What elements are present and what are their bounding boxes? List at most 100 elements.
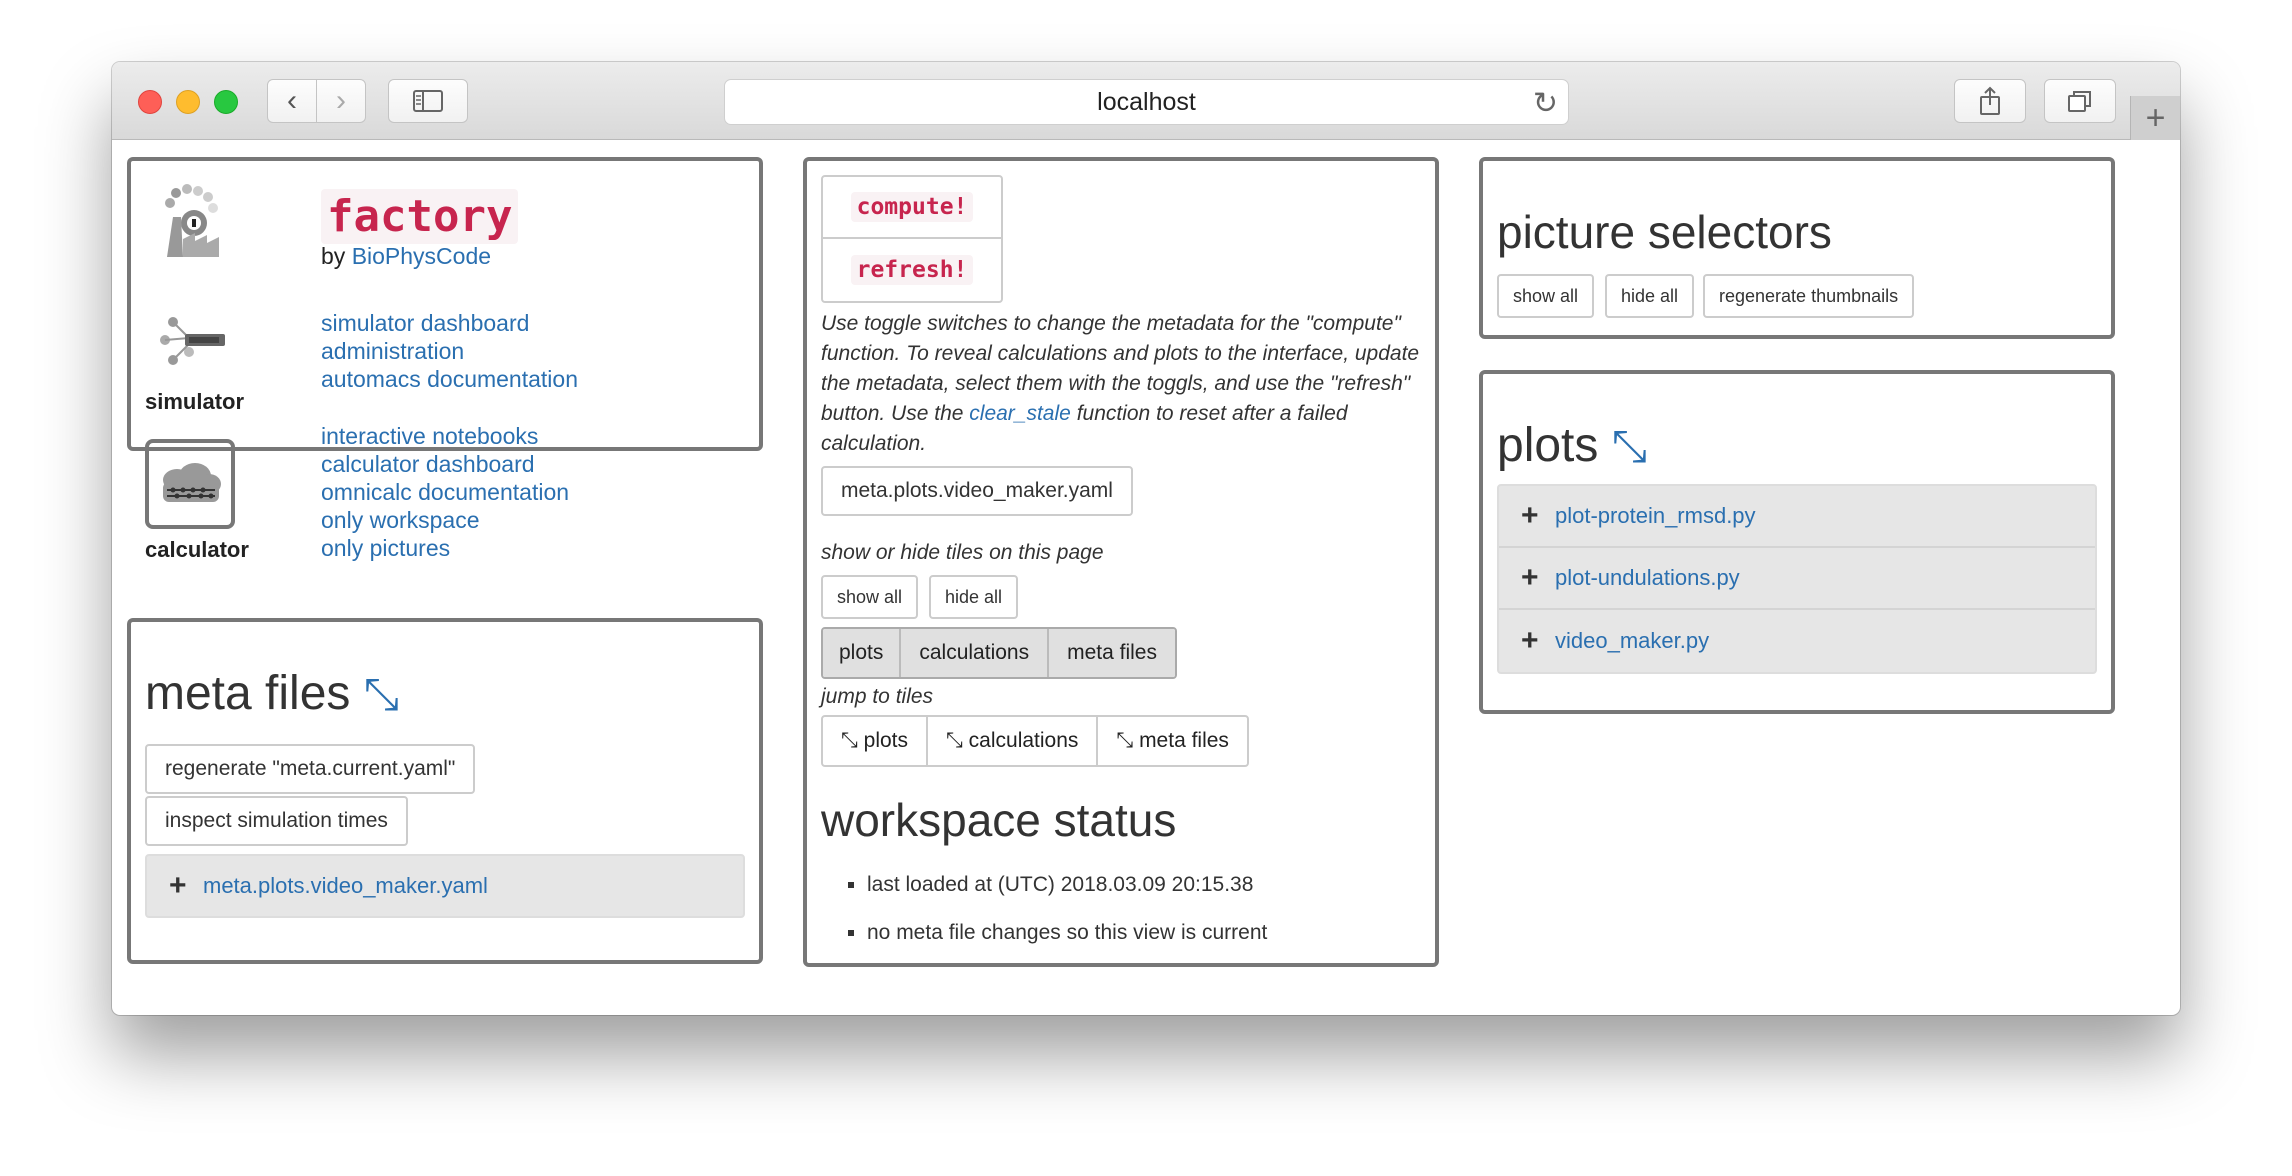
chevron-right-icon: › xyxy=(336,84,346,117)
meta-files-panel: meta files ⤡ regenerate "meta.current.ya… xyxy=(127,618,763,964)
meta-files-title: meta files xyxy=(145,667,351,720)
calculator-links: interactive notebooks calculator dashboa… xyxy=(321,422,569,562)
omnicalc-documentation-link[interactable]: omnicalc documentation xyxy=(321,478,569,506)
workspace-status-list: last loaded at (UTC) 2018.03.09 20:15.38… xyxy=(807,873,1267,969)
close-window-button[interactable] xyxy=(138,90,162,114)
diagonal-arrow-icon: ⤡ xyxy=(1116,729,1134,752)
show-hide-label: show or hide tiles on this page xyxy=(821,541,1104,564)
toggle-meta-files[interactable]: meta files xyxy=(1049,629,1175,677)
toggle-calculations[interactable]: calculations xyxy=(901,629,1050,677)
inspect-simulation-times-button[interactable]: inspect simulation times xyxy=(145,796,408,846)
toggle-plots[interactable]: plots xyxy=(823,629,902,677)
meta-file-link[interactable]: meta.plots.video_maker.yaml xyxy=(203,873,488,899)
simulator-label: simulator xyxy=(145,389,245,414)
by-label: by xyxy=(321,243,346,269)
list-item[interactable]: + plot-undulations.py xyxy=(1499,548,2095,610)
url-text: localhost xyxy=(1097,87,1196,116)
simulator-icon xyxy=(160,317,225,365)
show-all-tiles-button[interactable]: show all xyxy=(821,575,919,619)
jump-plots-button[interactable]: ⤡ plots xyxy=(823,717,929,765)
administration-link[interactable]: administration xyxy=(321,337,578,365)
clear-stale-link[interactable]: clear_stale xyxy=(969,402,1071,425)
reload-icon[interactable]: ↻ xyxy=(1533,86,1558,121)
jump-meta-files-button[interactable]: ⤡ meta files xyxy=(1098,717,1247,765)
workspace-status-title: workspace status xyxy=(821,794,1177,846)
browser-window: ‹ › localhost ↻ + simulator calculator f… xyxy=(112,62,2180,1015)
list-item[interactable]: + meta.plots.video_maker.yaml xyxy=(147,856,743,916)
picture-selectors-title: picture selectors xyxy=(1497,206,1832,258)
meta-files-heading: meta files ⤡ xyxy=(145,666,399,721)
plus-icon: + xyxy=(1521,624,1539,657)
simulator-links: simulator dashboard administration autom… xyxy=(321,309,578,393)
meta-file-select-button[interactable]: meta.plots.video_maker.yaml xyxy=(821,466,1133,516)
calculator-icon xyxy=(163,463,221,502)
simulator-dashboard-link[interactable]: simulator dashboard xyxy=(321,309,578,337)
zoom-window-button[interactable] xyxy=(214,90,238,114)
share-icon xyxy=(1980,86,2000,115)
interactive-notebooks-link[interactable]: interactive notebooks xyxy=(321,422,569,450)
jump-plots-label: plots xyxy=(863,729,909,752)
sidebar-icon xyxy=(413,90,443,112)
factory-panel: simulator calculator factory by BioPhysC… xyxy=(127,157,763,562)
plus-icon: + xyxy=(169,869,187,902)
minimize-window-button[interactable] xyxy=(176,90,200,114)
refresh-button[interactable]: refresh! xyxy=(823,239,1001,301)
jump-calculations-label: calculations xyxy=(968,729,1079,752)
plot-link[interactable]: plot-undulations.py xyxy=(1555,565,1740,591)
calculator-label: calculator xyxy=(145,537,249,562)
compute-refresh-group: compute! refresh! xyxy=(821,175,1003,303)
regenerate-thumbnails-button[interactable]: regenerate thumbnails xyxy=(1703,274,1915,318)
only-workspace-link[interactable]: only workspace xyxy=(321,506,569,534)
diagonal-arrow-icon[interactable]: ⤡ xyxy=(364,670,399,719)
plots-panel: plots ⤡ + plot-protein_rmsd.py + plot-un… xyxy=(1479,370,2115,714)
controls-panel: compute! refresh! Use toggle switches to… xyxy=(803,157,1439,967)
biophyscode-link[interactable]: BioPhysCode xyxy=(352,243,491,269)
back-button[interactable]: ‹ xyxy=(267,79,317,123)
hide-all-pictures-button[interactable]: hide all xyxy=(1605,274,1695,318)
jump-button-group: ⤡ plots ⤡ calculations ⤡ meta files xyxy=(821,715,1249,767)
list-item[interactable]: + plot-protein_rmsd.py xyxy=(1499,486,2095,548)
plot-link[interactable]: video_maker.py xyxy=(1555,628,1709,654)
chevron-left-icon: ‹ xyxy=(287,84,297,117)
forward-button[interactable]: › xyxy=(316,79,366,123)
only-pictures-link[interactable]: only pictures xyxy=(321,534,569,562)
plus-icon: + xyxy=(1521,499,1539,532)
plots-list: + plot-protein_rmsd.py + plot-undulation… xyxy=(1497,484,2097,674)
diagonal-arrow-icon: ⤡ xyxy=(946,729,963,752)
diagonal-arrow-icon[interactable]: ⤡ xyxy=(1612,422,1647,471)
list-item[interactable]: + video_maker.py xyxy=(1499,610,2095,672)
hide-all-tiles-button[interactable]: hide all xyxy=(929,575,1019,619)
automacs-documentation-link[interactable]: automacs documentation xyxy=(321,365,578,393)
regenerate-meta-button[interactable]: regenerate "meta.current.yaml" xyxy=(145,744,476,794)
list-item: last loaded at (UTC) 2018.03.09 20:15.38 xyxy=(867,873,1267,897)
show-all-pictures-button[interactable]: show all xyxy=(1497,274,1595,318)
compute-button[interactable]: compute! xyxy=(823,177,1001,239)
calculator-icon-button[interactable] xyxy=(145,439,235,529)
share-button[interactable] xyxy=(1954,79,2026,123)
picture-selectors-panel: picture selectors show all hide all rege… xyxy=(1479,157,2115,339)
browser-toolbar: ‹ › localhost ↻ + xyxy=(112,62,2180,140)
address-bar[interactable]: localhost ↻ xyxy=(724,79,1569,125)
factory-title: factory xyxy=(321,189,519,244)
calculator-dashboard-link[interactable]: calculator dashboard xyxy=(321,450,569,478)
tile-toggle-group: plots calculations meta files xyxy=(821,627,1177,679)
list-item: no meta file changes so this view is cur… xyxy=(867,921,1267,945)
jump-meta-files-label: meta files xyxy=(1139,729,1229,752)
instructions-text: Use toggle switches to change the metada… xyxy=(821,309,1425,459)
plot-link[interactable]: plot-protein_rmsd.py xyxy=(1555,503,1756,529)
sidebar-toggle-button[interactable] xyxy=(388,79,468,123)
refresh-label: refresh! xyxy=(850,255,974,285)
plus-icon: + xyxy=(1521,561,1539,594)
diagonal-arrow-icon: ⤡ xyxy=(841,729,858,752)
jump-label: jump to tiles xyxy=(821,685,934,708)
tabs-overview-button[interactable] xyxy=(2044,79,2116,123)
compute-label: compute! xyxy=(850,192,974,222)
meta-files-list: + meta.plots.video_maker.yaml xyxy=(145,854,745,918)
plots-heading: plots ⤡ xyxy=(1497,418,1647,473)
byline: by BioPhysCode xyxy=(321,243,491,270)
tabs-icon xyxy=(2068,91,2091,112)
plots-title: plots xyxy=(1497,419,1599,472)
factory-logo-icon xyxy=(165,184,219,257)
jump-calculations-button[interactable]: ⤡ calculations xyxy=(928,717,1099,765)
new-tab-button[interactable]: + xyxy=(2130,96,2180,140)
